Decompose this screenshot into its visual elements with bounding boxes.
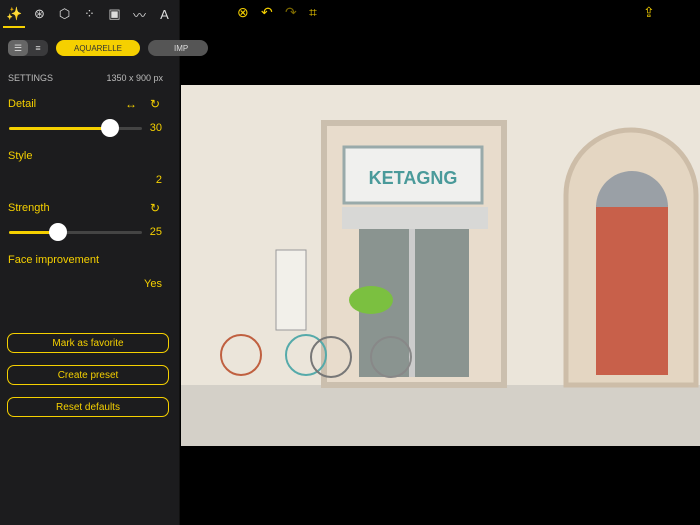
crop-icon[interactable]: ⌗ (309, 4, 317, 21)
image-icon[interactable]: ▣ (105, 4, 125, 24)
mark-favorite-button[interactable]: Mark as favorite (7, 333, 169, 353)
swap-horizontal-icon[interactable]: ↔ (125, 97, 137, 111)
text-icon[interactable]: A (155, 4, 175, 24)
style-imp[interactable]: IMP (148, 40, 208, 56)
redo-icon[interactable]: ↷ (285, 4, 297, 21)
strength-value: 25 (149, 226, 162, 238)
filter-tabs: ✨ ⊛ ⬡ ⁘ ▣ 〰 A (0, 0, 179, 28)
reset-icon[interactable]: ↻ (150, 201, 160, 215)
strength-slider[interactable] (9, 223, 142, 241)
style-aquarelle[interactable]: AQUARELLE (56, 40, 140, 56)
list-icon[interactable]: ≡ (28, 40, 48, 56)
svg-text:KETAGNG: KETAGNG (369, 168, 458, 188)
style-value[interactable]: 2 (156, 174, 162, 186)
reset-defaults-button[interactable]: Reset defaults (7, 397, 169, 417)
mustache-icon[interactable]: 〰 (130, 4, 150, 24)
close-icon[interactable]: ⊗ (237, 4, 249, 21)
detail-value: 30 (149, 122, 162, 134)
color-circles-icon[interactable]: ⊛ (30, 4, 50, 24)
aquarelle-storefront-image: KETAGNG (181, 85, 700, 446)
reset-icon[interactable]: ↻ (150, 97, 160, 111)
settings-sidebar: ✨ ⊛ ⬡ ⁘ ▣ 〰 A ☰ ≡ AQUARELLE IMP SETTINGS… (0, 0, 208, 525)
magic-wand-icon[interactable]: ✨ (2, 4, 25, 28)
photo-canvas[interactable]: KETAGNG (181, 85, 700, 446)
settings-title: SETTINGS (8, 73, 54, 83)
strength-label: Strength (8, 202, 50, 214)
top-toolbar: ⊗ ↶ ↷ ⌗ ⇪ (181, 0, 700, 25)
sliders-icon[interactable]: ☰ (8, 40, 28, 56)
view-toggle[interactable]: ☰ ≡ (8, 40, 48, 56)
detail-label: Detail (8, 98, 37, 110)
style-label: Style (8, 150, 33, 162)
face-label: Face improvement (8, 254, 100, 266)
dots-grid-icon[interactable]: ⁘ (80, 4, 100, 24)
face-value[interactable]: Yes (144, 278, 162, 290)
create-preset-button[interactable]: Create preset (7, 365, 169, 385)
image-size: 1350 x 900 px (106, 73, 163, 83)
undo-icon[interactable]: ↶ (261, 4, 273, 21)
share-icon[interactable]: ⇪ (643, 4, 655, 21)
detail-slider[interactable] (9, 119, 142, 137)
cubes-icon[interactable]: ⬡ (55, 4, 75, 24)
